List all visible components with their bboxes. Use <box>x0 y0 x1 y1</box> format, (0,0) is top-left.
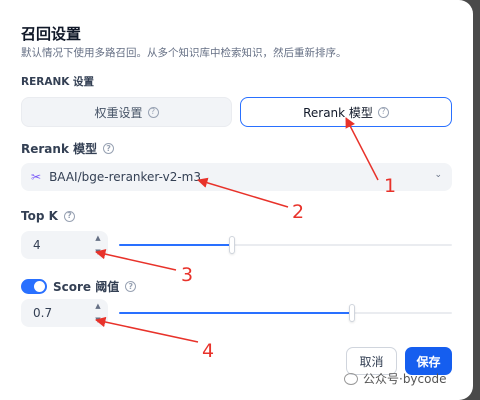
rerank-model-label: Rerank 模型 ? <box>21 140 115 157</box>
tab-rerank-model[interactable]: Rerank 模型 ? <box>240 97 452 127</box>
top-k-value: 4 <box>33 238 41 252</box>
slider-thumb[interactable] <box>229 236 236 254</box>
rerank-model-select[interactable]: ✂ BAAI/bge-reranker-v2-m3 ⌄ <box>21 163 452 191</box>
question-circle-icon[interactable]: ? <box>125 281 137 292</box>
watermark: 公众号·bycode <box>344 370 446 387</box>
wechat-icon <box>344 372 358 385</box>
chevron-up-icon[interactable]: ▲ <box>95 234 100 242</box>
slider-thumb[interactable] <box>349 304 356 322</box>
rerank-model-label-text: Rerank 模型 <box>21 142 98 156</box>
rerank-section-label: RERANK 设置 <box>21 76 95 88</box>
watermark-text: 公众号·bycode <box>363 372 447 386</box>
slider-fill <box>119 244 233 246</box>
score-threshold-stepper[interactable]: ▲ ▼ <box>92 302 104 324</box>
score-threshold-label: Score 阈值 ? <box>21 278 137 295</box>
chevron-down-icon[interactable]: ▼ <box>95 248 100 256</box>
top-k-input[interactable]: 4 ▲ ▼ <box>21 231 108 259</box>
question-circle-icon: ? <box>377 106 389 118</box>
recall-settings-dialog: 召回设置 默认情况下使用多路召回。从多个知识库中检索知识，然后重新排序。 RER… <box>0 0 473 400</box>
slider-fill <box>119 312 353 314</box>
dialog-subtitle: 默认情况下使用多路召回。从多个知识库中检索知识，然后重新排序。 <box>21 47 347 59</box>
score-threshold-toggle[interactable] <box>21 279 47 294</box>
chevron-down-icon: ⌄ <box>434 170 442 180</box>
top-k-stepper[interactable]: ▲ ▼ <box>92 234 104 256</box>
top-k-label-text: Top K <box>21 209 58 223</box>
tab-weight-settings[interactable]: 权重设置 ? <box>21 97 232 127</box>
tab-weight-label: 权重设置 <box>94 105 143 120</box>
dialog-title: 召回设置 <box>21 25 82 43</box>
chevron-down-icon[interactable]: ▼ <box>95 316 100 324</box>
top-k-label: Top K ? <box>21 209 75 223</box>
score-threshold-input[interactable]: 0.7 ▲ ▼ <box>21 299 108 327</box>
score-threshold-value: 0.7 <box>33 306 53 320</box>
chevron-up-icon[interactable]: ▲ <box>95 302 100 310</box>
question-circle-icon[interactable]: ? <box>63 210 75 222</box>
question-circle-icon: ? <box>147 106 159 118</box>
question-circle-icon[interactable]: ? <box>103 143 115 154</box>
model-logo-icon: ✂ <box>31 170 42 184</box>
tab-rerank-label: Rerank 模型 <box>303 105 373 120</box>
rerank-model-value: BAAI/bge-reranker-v2-m3 <box>49 170 201 184</box>
toggle-knob <box>34 281 45 292</box>
score-threshold-label-text: Score 阈值 <box>53 280 120 294</box>
top-k-slider[interactable] <box>119 236 452 254</box>
score-threshold-slider[interactable] <box>119 304 452 322</box>
